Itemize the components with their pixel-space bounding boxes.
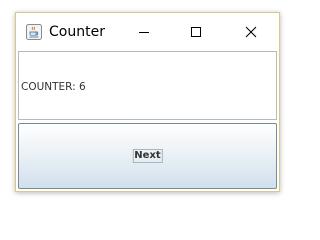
app-window: Counter COUNTER: 6 Next <box>15 12 280 192</box>
minimize-icon <box>139 32 149 33</box>
maximize-button[interactable] <box>173 13 219 51</box>
close-icon <box>245 26 257 38</box>
counter-panel: COUNTER: 6 <box>18 51 277 120</box>
maximize-icon <box>191 27 201 37</box>
desktop: Counter COUNTER: 6 Next <box>0 0 300 214</box>
window-title: Counter <box>49 24 105 40</box>
minimize-button[interactable] <box>121 13 167 51</box>
next-button-label: Next <box>132 149 163 163</box>
next-button[interactable]: Next <box>18 123 277 189</box>
java-app-icon <box>26 24 42 40</box>
counter-label: COUNTER: 6 <box>21 81 86 93</box>
close-button[interactable] <box>228 13 274 51</box>
title-bar[interactable]: Counter <box>16 13 279 51</box>
